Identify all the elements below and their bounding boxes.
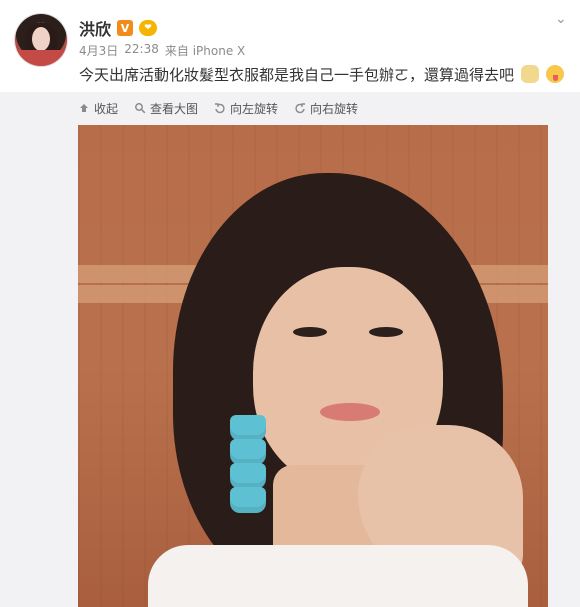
- post-date[interactable]: 4月3日: [79, 42, 118, 59]
- user-name[interactable]: 洪欣: [79, 16, 111, 40]
- tassel-layer: [230, 415, 266, 441]
- post-text: 今天出席活動化妝髮型衣服都是我自己一手包辦ㄛ，還算過得去吧: [79, 64, 564, 85]
- post-header: 洪欣 V ❤ 4月3日 22:38 来自 iPhone X 今天出席活動化妝髮型…: [0, 0, 580, 92]
- tassel-layer: [230, 463, 266, 489]
- collapse-icon: [80, 104, 88, 112]
- left-eye: [293, 327, 327, 337]
- view-large-label: 查看大图: [150, 101, 199, 116]
- image-toolbar: 收起 查看大图 向左旋转 向右旋转: [78, 97, 358, 119]
- collapse-button[interactable]: 收起: [78, 100, 118, 117]
- verified-badge-icon: V: [117, 20, 134, 36]
- view-large-button[interactable]: 查看大图: [134, 100, 198, 117]
- rotate-right-icon: [295, 103, 306, 114]
- avatar[interactable]: [15, 14, 67, 66]
- shirt: [148, 545, 528, 607]
- avatar-top: [15, 50, 67, 66]
- rotate-left-label: 向左旋转: [230, 101, 279, 116]
- user-info: 洪欣 V ❤: [79, 16, 158, 40]
- search-icon: [135, 103, 146, 114]
- chevron-down-icon[interactable]: ⌄: [555, 11, 569, 27]
- post-meta: 4月3日 22:38 来自 iPhone X: [79, 42, 245, 59]
- tassel-layer: [230, 487, 266, 513]
- right-eye: [369, 327, 403, 337]
- rotate-right-label: 向右旋转: [310, 101, 359, 116]
- tassel-earring: [228, 415, 268, 535]
- post-body: 今天出席活動化妝髮型衣服都是我自己一手包辦ㄛ，還算過得去吧: [79, 66, 515, 84]
- collapse-label: 收起: [94, 101, 119, 116]
- post-photo[interactable]: [78, 125, 548, 607]
- pray-emoji-icon: [520, 65, 539, 83]
- post-source[interactable]: 来自 iPhone X: [165, 42, 245, 59]
- member-icon: ❤: [139, 20, 158, 36]
- post-time[interactable]: 22:38: [124, 42, 159, 59]
- lips: [320, 403, 380, 421]
- avatar-face: [32, 27, 50, 51]
- tassel-layer: [230, 439, 266, 465]
- rotate-left-button[interactable]: 向左旋转: [214, 100, 278, 117]
- rotate-right-button[interactable]: 向右旋转: [294, 100, 358, 117]
- tongue-emoji-icon: [545, 65, 564, 83]
- rotate-left-icon: [215, 103, 225, 114]
